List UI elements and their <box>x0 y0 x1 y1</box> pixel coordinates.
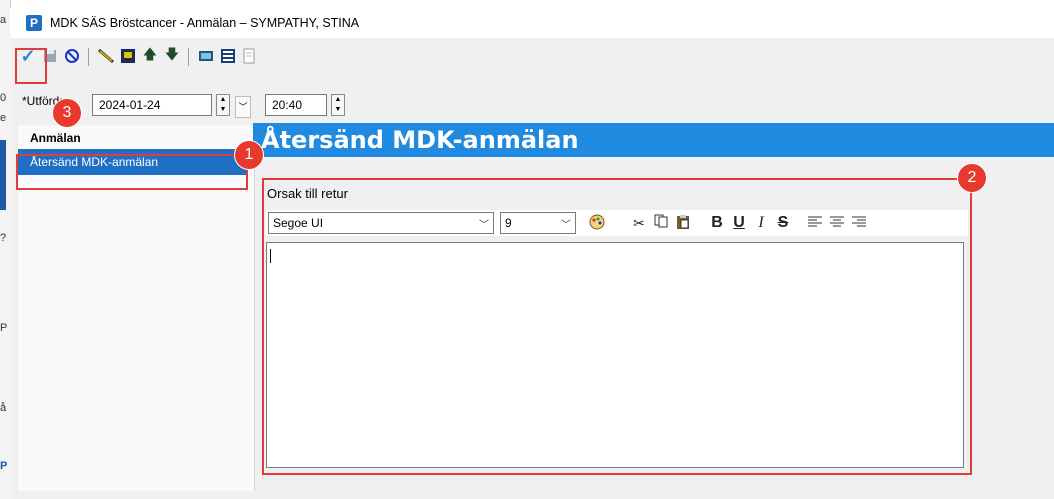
edit-icon[interactable] <box>118 46 138 66</box>
keyboard-icon[interactable] <box>196 46 216 66</box>
strip-char: P <box>0 460 8 472</box>
strip-char: P <box>0 322 8 334</box>
list-icon[interactable] <box>218 46 238 66</box>
callout-badge-3: 3 <box>52 98 82 128</box>
document-icon[interactable] <box>240 46 260 66</box>
time-spinner[interactable]: ▲ ▼ <box>331 94 345 116</box>
chevron-down-icon[interactable]: ﹀ <box>235 96 251 118</box>
toolbar-separator <box>188 48 189 66</box>
callout-box-editor <box>262 178 972 475</box>
callout-box-save <box>15 48 47 84</box>
strip-char: 0 <box>0 92 7 104</box>
strip-char: a <box>0 14 7 26</box>
cancel-icon[interactable] <box>62 46 82 66</box>
toolbar-separator <box>88 48 89 66</box>
strip-char: e <box>0 112 7 124</box>
strip-char: å <box>0 402 7 414</box>
strip-char: ? <box>0 232 7 244</box>
pen-icon[interactable] <box>96 46 116 66</box>
arrow-down-icon[interactable]: 🡇 <box>162 46 182 66</box>
strip-blue-block <box>0 140 6 210</box>
title-bar: P MDK SÄS Bröstcancer - Anmälan – SYMPAT… <box>10 8 1054 38</box>
page-title: Återsänd MDK-anmälan <box>253 123 1054 157</box>
date-row: *Utförd: 2024-01-24 ▲ ▼ ﹀ 20:40 ▲ ▼ <box>10 92 1054 118</box>
callout-badge-2: 2 <box>957 163 987 193</box>
nav-header: Anmälan <box>30 131 81 145</box>
callout-badge-1: 1 <box>234 140 264 170</box>
callout-box-nav <box>16 154 248 190</box>
window-title: MDK SÄS Bröstcancer - Anmälan – SYMPATHY… <box>50 16 360 30</box>
arrow-up-icon[interactable]: 🡅 <box>140 46 160 66</box>
date-spinner[interactable]: ▲ ▼ <box>216 94 230 116</box>
time-field[interactable]: 20:40 <box>265 94 327 116</box>
app-icon: P <box>26 15 42 31</box>
toolbar: ✓ 🡅 🡇 <box>10 42 1054 70</box>
date-field[interactable]: 2024-01-24 <box>92 94 212 116</box>
